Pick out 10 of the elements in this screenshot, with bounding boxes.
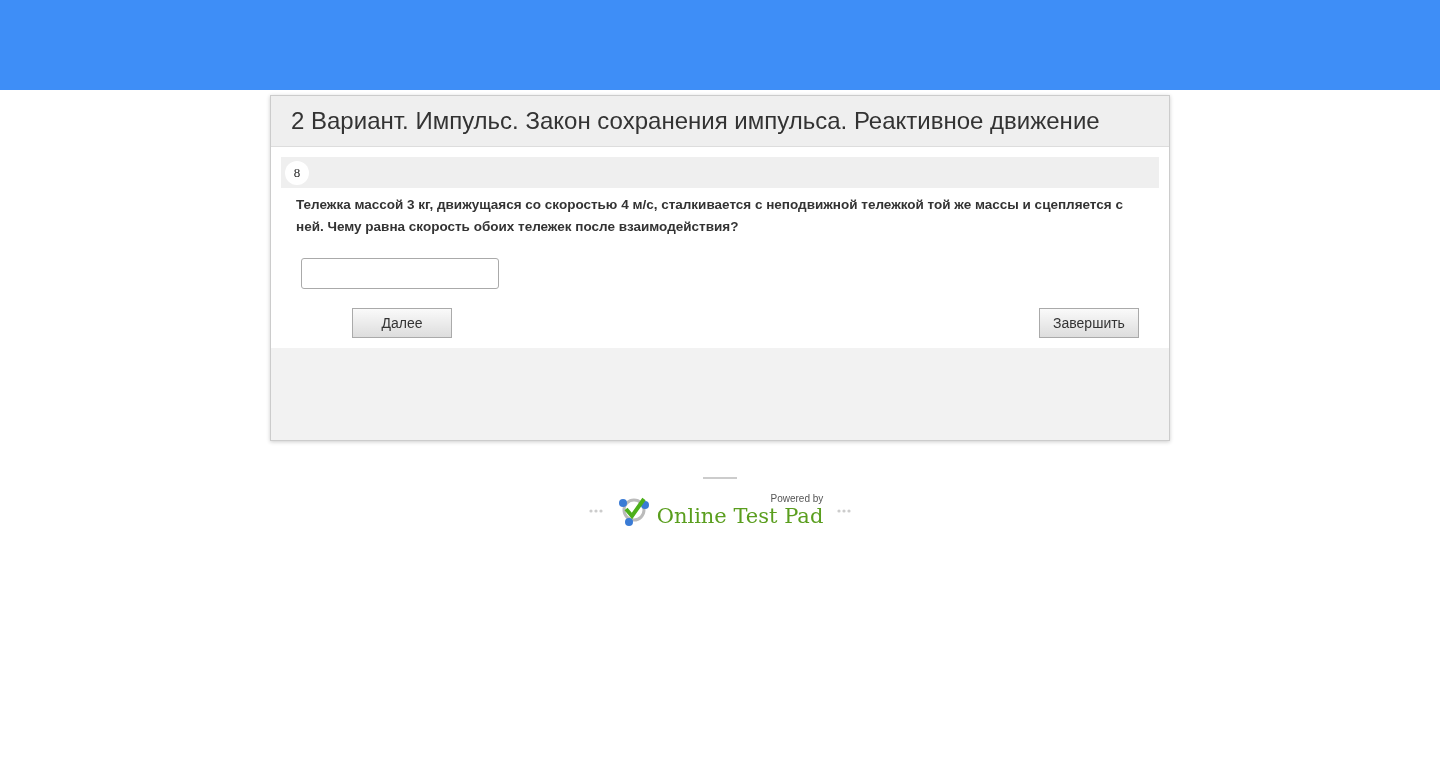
answer-field[interactable] <box>301 258 499 289</box>
question-number: 8 <box>285 160 309 185</box>
powered-by-text: Powered by <box>770 493 824 504</box>
finish-button[interactable]: Завершить <box>1039 308 1139 338</box>
next-button[interactable]: Далее <box>352 308 452 338</box>
question-text: Тележка массой 3 кг, движущаяся со скоростью 4 м/с, сталкивается с неподвижной тележкой той же массы и сцепляется с ней. Чему равна скорость обоих тележек после взаимодействия? <box>295 196 1124 236</box>
brand-name: Online Test Pad <box>656 504 824 528</box>
dots-icon <box>588 508 603 513</box>
dots-icon <box>837 508 852 513</box>
test-title: 2 Вариант. Импульс. Закон сохранения импульса. Реактивное движение <box>291 107 1100 135</box>
